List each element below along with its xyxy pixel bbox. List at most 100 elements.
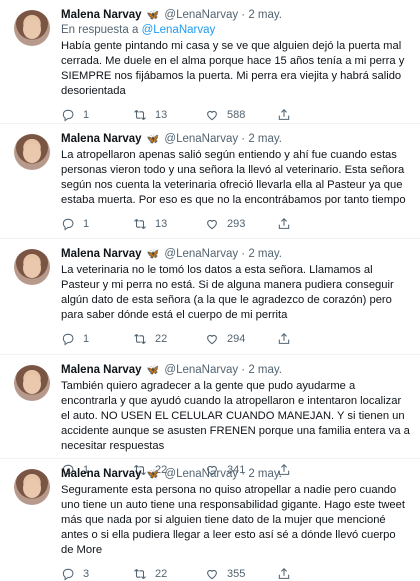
tweet[interactable]: Malena Narvay 🦋 @LenaNarvay · 2 may. Tam… bbox=[0, 355, 420, 477]
avatar[interactable] bbox=[14, 469, 50, 505]
share-button[interactable] bbox=[277, 217, 349, 231]
tweet-date[interactable]: 2 may. bbox=[248, 468, 282, 480]
retweet-button[interactable]: 22 bbox=[133, 567, 205, 581]
author-name[interactable]: Malena Narvay bbox=[61, 133, 142, 145]
separator-dot: · bbox=[241, 248, 246, 260]
tweet-header: Malena Narvay 🦋 @LenaNarvay · 2 may. bbox=[61, 363, 410, 378]
heart-icon bbox=[207, 334, 217, 345]
tweet-content: Malena Narvay 🦋 @LenaNarvay · 2 may. Seg… bbox=[61, 467, 410, 581]
retweet-icon bbox=[134, 568, 146, 580]
reply-count: 1 bbox=[83, 218, 90, 230]
tweet-date[interactable]: 2 may. bbox=[248, 364, 282, 376]
like-button[interactable]: 355 bbox=[205, 567, 277, 581]
separator-dot: · bbox=[241, 468, 246, 480]
like-count: 588 bbox=[227, 109, 246, 121]
share-icon bbox=[278, 568, 290, 579]
tweet[interactable]: Malena Narvay 🦋 @LenaNarvay · 2 may. La … bbox=[0, 239, 420, 355]
reply-mention-link[interactable]: @LenaNarvay bbox=[142, 24, 216, 36]
avatar[interactable] bbox=[14, 134, 50, 170]
reply-icon bbox=[62, 218, 74, 231]
tweet-date[interactable]: 2 may. bbox=[248, 248, 282, 260]
tweet-text: También quiero agradecer a la gente que … bbox=[61, 380, 413, 452]
reply-button[interactable]: 1 bbox=[61, 332, 133, 346]
butterfly-icon: 🦋 bbox=[146, 10, 160, 21]
like-button[interactable]: 293 bbox=[205, 217, 277, 231]
avatar[interactable] bbox=[14, 249, 50, 285]
retweet-count: 13 bbox=[155, 109, 168, 121]
share-button[interactable] bbox=[277, 332, 349, 346]
like-button[interactable]: 294 bbox=[205, 332, 277, 346]
tweet-actions: 1 13 588 bbox=[61, 108, 410, 122]
butterfly-icon: 🦋 bbox=[146, 249, 160, 260]
author-name[interactable]: Malena Narvay bbox=[61, 468, 142, 480]
author-name[interactable]: Malena Narvay bbox=[61, 364, 142, 376]
like-count: 355 bbox=[227, 568, 246, 580]
tweet[interactable]: Malena Narvay 🦋 @LenaNarvay · 2 may. La … bbox=[0, 124, 420, 239]
retweet-button[interactable]: 13 bbox=[133, 108, 205, 122]
retweet-icon bbox=[134, 109, 146, 121]
butterfly-icon: 🦋 bbox=[146, 134, 160, 145]
reply-icon bbox=[62, 568, 74, 581]
tweet-text: Seguramente esta persona no quiso atrope… bbox=[61, 484, 409, 556]
tweet-text: Había gente pintando mi casa y se ve que… bbox=[61, 40, 408, 97]
retweet-count: 22 bbox=[155, 333, 168, 345]
tweet-text: La veterinaria no le tomó los datos a es… bbox=[61, 264, 397, 321]
separator-dot: · bbox=[241, 364, 246, 376]
heart-icon bbox=[207, 110, 217, 121]
heart-icon bbox=[207, 569, 217, 580]
reply-icon bbox=[62, 333, 74, 346]
tweet-header: Malena Narvay 🦋 @LenaNarvay · 2 may. bbox=[61, 247, 410, 262]
retweet-icon bbox=[134, 218, 146, 230]
butterfly-icon: 🦋 bbox=[146, 469, 160, 480]
author-handle[interactable]: @LenaNarvay bbox=[164, 9, 238, 21]
like-count: 293 bbox=[227, 218, 246, 230]
retweet-button[interactable]: 22 bbox=[133, 332, 205, 346]
tweet-date[interactable]: 2 may. bbox=[248, 9, 282, 21]
like-button[interactable]: 588 bbox=[205, 108, 277, 122]
tweet-content: Malena Narvay 🦋 @LenaNarvay · 2 may. La … bbox=[61, 247, 410, 354]
separator-dot: · bbox=[241, 133, 246, 145]
author-handle[interactable]: @LenaNarvay bbox=[164, 468, 238, 480]
tweet-actions: 3 22 355 bbox=[61, 567, 410, 581]
reply-label: En respuesta a bbox=[61, 24, 139, 36]
tweet-content: Malena Narvay 🦋 @LenaNarvay · 2 may. La … bbox=[61, 132, 410, 238]
tweet-date[interactable]: 2 may. bbox=[248, 133, 282, 145]
reply-icon bbox=[62, 109, 74, 122]
avatar[interactable] bbox=[14, 365, 50, 401]
tweet-content: Malena Narvay 🦋 @LenaNarvay · 2 may. Tam… bbox=[61, 363, 413, 477]
tweet-header: Malena Narvay 🦋 @LenaNarvay · 2 may. bbox=[61, 8, 410, 23]
reply-button[interactable]: 1 bbox=[61, 108, 133, 122]
heart-icon bbox=[207, 219, 217, 230]
retweet-count: 13 bbox=[155, 218, 168, 230]
tweet-actions: 1 13 293 bbox=[61, 217, 410, 231]
reply-button[interactable]: 1 bbox=[61, 217, 133, 231]
tweet-header: Malena Narvay 🦋 @LenaNarvay · 2 may. bbox=[61, 132, 410, 147]
author-handle[interactable]: @LenaNarvay bbox=[164, 248, 238, 260]
share-button[interactable] bbox=[277, 108, 349, 122]
retweet-button[interactable]: 13 bbox=[133, 217, 205, 231]
separator-dot: · bbox=[241, 9, 246, 21]
retweet-count: 22 bbox=[155, 568, 168, 580]
share-icon bbox=[278, 109, 290, 120]
reply-count: 1 bbox=[83, 109, 90, 121]
author-handle[interactable]: @LenaNarvay bbox=[164, 364, 238, 376]
tweet[interactable]: Malena Narvay 🦋 @LenaNarvay · 2 may. Seg… bbox=[0, 459, 420, 581]
tweet-content: Malena Narvay 🦋 @LenaNarvay · 2 may. En … bbox=[61, 8, 410, 123]
author-name[interactable]: Malena Narvay bbox=[61, 248, 142, 260]
reply-count: 1 bbox=[83, 333, 90, 345]
share-icon bbox=[278, 333, 290, 344]
retweet-icon bbox=[134, 333, 146, 345]
reply-button[interactable]: 3 bbox=[61, 567, 133, 581]
tweet-header: Malena Narvay 🦋 @LenaNarvay · 2 may. bbox=[61, 467, 410, 482]
author-name[interactable]: Malena Narvay bbox=[61, 9, 142, 21]
butterfly-icon: 🦋 bbox=[146, 365, 160, 376]
share-button[interactable] bbox=[277, 567, 349, 581]
author-handle[interactable]: @LenaNarvay bbox=[164, 133, 238, 145]
avatar[interactable] bbox=[14, 10, 50, 46]
reply-context: En respuesta a @LenaNarvay bbox=[61, 23, 410, 38]
reply-count: 3 bbox=[83, 568, 90, 580]
tweet-actions: 1 22 294 bbox=[61, 332, 410, 346]
tweet-thread: Malena Narvay 🦋 @LenaNarvay · 2 may. En … bbox=[0, 0, 420, 581]
tweet-text: La atropellaron apenas salió según entie… bbox=[61, 149, 408, 206]
tweet[interactable]: Malena Narvay 🦋 @LenaNarvay · 2 may. En … bbox=[0, 0, 420, 124]
